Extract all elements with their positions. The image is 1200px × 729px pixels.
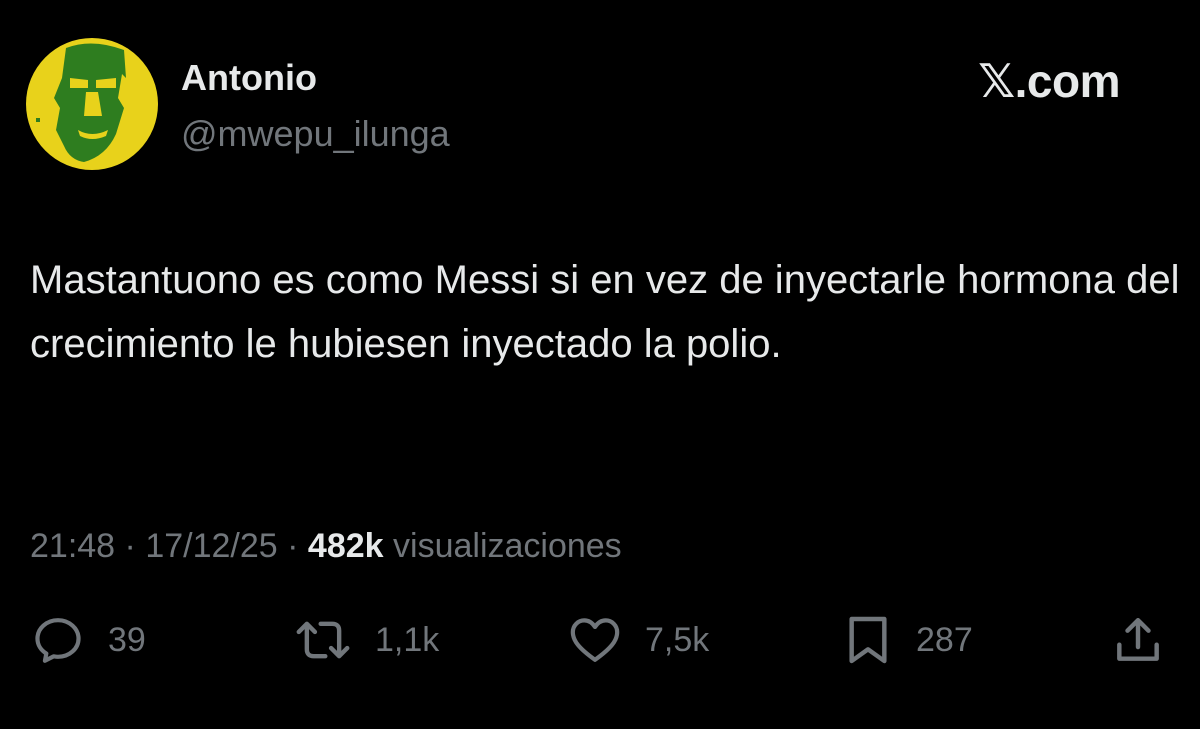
bookmark-count: 287 — [916, 621, 973, 659]
tweet-meta: 21:48 · 17/12/25 · 482k visualizaciones — [30, 524, 622, 568]
meta-separator: · — [124, 527, 136, 565]
tweet-time[interactable]: 21:48 — [30, 527, 115, 565]
share-button[interactable] — [1110, 612, 1166, 668]
share-icon — [1117, 617, 1159, 661]
repost-count: 1,1k — [375, 621, 440, 659]
views-count: 482k — [307, 527, 384, 565]
author-display-name[interactable]: Antonio — [181, 58, 317, 98]
repost-icon — [296, 621, 350, 659]
heart-icon — [570, 618, 620, 662]
views-label: visualizaciones — [393, 527, 622, 565]
reply-count: 39 — [108, 621, 146, 659]
bookmark-button[interactable]: 287 — [842, 612, 973, 668]
bookmark-icon — [849, 616, 887, 664]
repost-button[interactable]: 1,1k — [293, 612, 439, 668]
tweet-date[interactable]: 17/12/25 — [145, 527, 277, 565]
avatar[interactable] — [26, 38, 158, 170]
x-brand-logo: 𝕏.com — [978, 55, 1120, 107]
like-count: 7,5k — [645, 621, 710, 659]
author-handle[interactable]: @mwepu_ilunga — [181, 114, 450, 154]
like-button[interactable]: 7,5k — [567, 612, 709, 668]
reply-icon — [35, 618, 81, 663]
tweet-text: Mastantuono es como Messi si en vez de i… — [30, 258, 1180, 366]
action-bar: 39 1,1k 7,5k 287 — [0, 612, 1200, 668]
reply-button[interactable]: 39 — [30, 612, 146, 668]
avatar-image — [26, 38, 158, 170]
meta-separator: · — [287, 527, 299, 565]
